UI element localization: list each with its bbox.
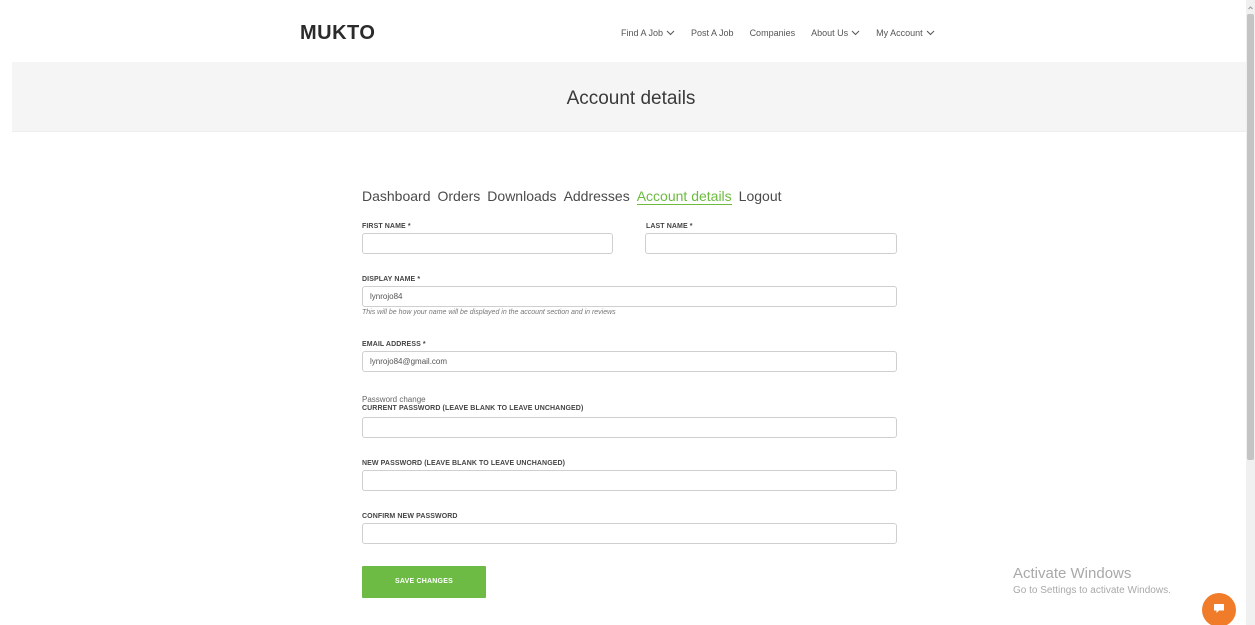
nav-item-label: Post A Job [691,28,734,38]
save-changes-button[interactable]: SAVE CHANGES [362,566,486,598]
display-name-label: DISPLAY NAME * [362,276,421,283]
last-name-field[interactable] [645,233,897,254]
tab-addresses[interactable]: Addresses [564,188,630,205]
nav-item-label: Companies [749,28,796,38]
nav-my-account[interactable]: My Account [876,28,935,38]
nav-companies[interactable]: Companies [750,28,796,38]
current-password-field[interactable] [362,417,897,438]
account-tabs: Dashboard Orders Downloads Addresses Acc… [362,188,789,205]
new-password-label: NEW PASSWORD (LEAVE BLANK TO LEAVE UNCHA… [362,460,566,467]
main-nav: Find A Job Post A Job Companies About Us… [621,28,951,38]
first-name-field[interactable] [362,233,613,254]
chevron-down-icon [851,30,860,36]
site-logo[interactable]: MUKTO [300,22,375,45]
tab-dashboard[interactable]: Dashboard [362,188,431,205]
page-banner: Account details [12,62,1250,132]
watermark-subtitle: Go to Settings to activate Windows. [1013,585,1171,596]
first-name-label: FIRST NAME * [362,223,411,230]
nav-item-label: About Us [811,28,849,38]
watermark-title: Activate Windows [1013,565,1132,582]
chat-icon [1213,601,1225,619]
new-password-field[interactable] [362,470,897,491]
nav-about-us[interactable]: About Us [811,28,860,38]
site-header: MUKTO Find A Job Post A Job Companies Ab… [0,0,1255,62]
nav-item-label: Find A Job [621,28,664,38]
page-title: Account details [566,88,696,109]
scroll-up-arrow-icon[interactable] [1246,0,1255,10]
tab-downloads[interactable]: Downloads [487,188,556,205]
chevron-down-icon [666,30,675,36]
confirm-password-field[interactable] [362,523,897,544]
email-field[interactable]: lynrojo84@gmail.com [362,351,897,372]
display-name-hint: This will be how your name will be displ… [362,309,616,316]
nav-find-a-job[interactable]: Find A Job [621,28,675,38]
display-name-field[interactable]: lynrojo84 [362,286,897,307]
chat-button[interactable] [1202,593,1236,625]
scrollbar-thumb[interactable] [1247,14,1254,460]
chevron-down-icon [926,30,935,36]
last-name-label: LAST NAME * [646,223,693,230]
vertical-scrollbar[interactable] [1246,0,1255,625]
tab-logout[interactable]: Logout [739,188,782,205]
nav-item-label: My Account [876,28,923,38]
activate-windows-watermark: Activate Windows Go to Settings to activ… [1013,565,1171,596]
nav-post-a-job[interactable]: Post A Job [691,28,734,38]
password-change-heading: Password change [362,395,426,404]
current-password-label: CURRENT PASSWORD (LEAVE BLANK TO LEAVE U… [362,405,584,412]
tab-orders[interactable]: Orders [438,188,481,205]
confirm-password-label: CONFIRM NEW PASSWORD [362,513,458,520]
tab-account-details[interactable]: Account details [636,188,732,205]
email-label: EMAIL ADDRESS * [362,341,426,348]
